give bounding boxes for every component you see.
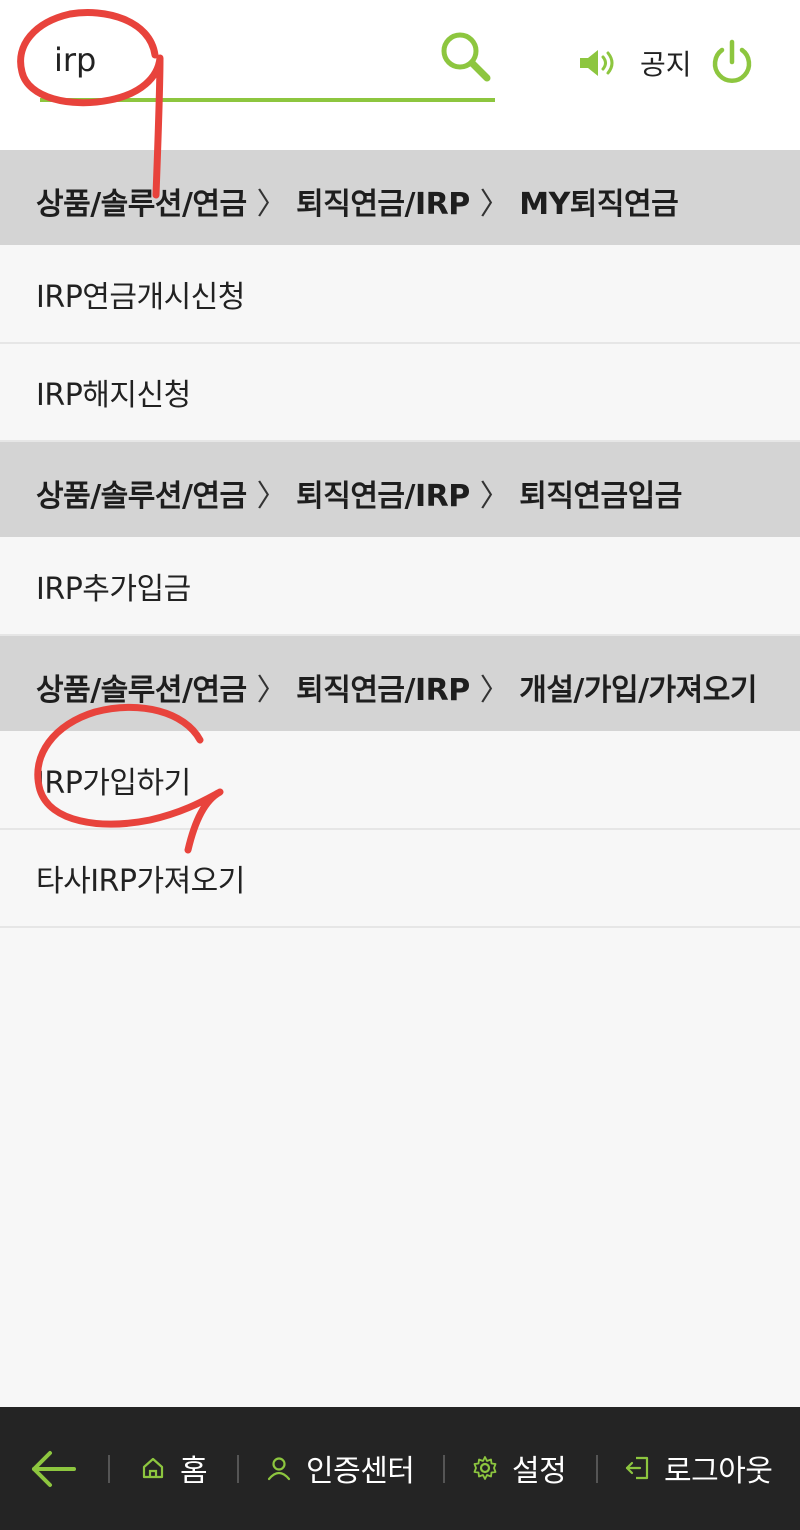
- notice-button[interactable]: 공지: [578, 38, 692, 88]
- nav-auth-center[interactable]: 인증센터: [266, 1443, 415, 1493]
- result-item-irp-additional-deposit[interactable]: IRP추가입금: [0, 537, 800, 636]
- top-bar: 공지: [0, 0, 800, 150]
- speaker-icon: [580, 50, 614, 76]
- breadcrumb-separator: 〉: [256, 672, 287, 708]
- breadcrumb-separator: 〉: [479, 186, 510, 222]
- nav-settings[interactable]: 설정: [472, 1443, 567, 1493]
- search-box: [40, 20, 495, 102]
- result-item-irp-cancel[interactable]: IRP해지신청: [0, 344, 800, 442]
- power-icon: [712, 39, 752, 83]
- breadcrumb-level-1: 상품/솔루션/연금: [36, 672, 247, 708]
- bottom-nav-bar: 홈 인증센터 설정 로그아웃: [0, 1407, 800, 1530]
- breadcrumb-level-3: 퇴직연금입금: [519, 478, 682, 514]
- result-section-header: 상품/솔루션/연금 〉 퇴직연금/IRP 〉 MY퇴직연금: [0, 150, 800, 245]
- nav-divider: [237, 1455, 239, 1483]
- breadcrumb-level-3: 개설/가입/가져오기: [519, 672, 757, 708]
- nav-auth-center-label: 인증센터: [306, 1454, 415, 1489]
- nav-home-label: 홈: [180, 1454, 208, 1489]
- result-section-header: 상품/솔루션/연금 〉 퇴직연금/IRP 〉 퇴직연금입금: [0, 442, 800, 537]
- search-results: 상품/솔루션/연금 〉 퇴직연금/IRP 〉 MY퇴직연금 IRP연금개시신청 …: [0, 150, 800, 928]
- logout-icon: [625, 1456, 649, 1480]
- breadcrumb-level-2: 퇴직연금/IRP: [296, 478, 470, 514]
- breadcrumb-separator: 〉: [479, 478, 510, 514]
- person-icon: [267, 1457, 291, 1481]
- result-item-irp-transfer-in[interactable]: 타사IRP가져오기: [0, 830, 800, 928]
- breadcrumb-separator: 〉: [256, 186, 287, 222]
- breadcrumb-separator: 〉: [479, 672, 510, 708]
- breadcrumb-separator: 〉: [256, 478, 287, 514]
- nav-logout[interactable]: 로그아웃: [624, 1443, 773, 1493]
- breadcrumb-level-1: 상품/솔루션/연금: [36, 186, 247, 222]
- nav-home[interactable]: 홈: [140, 1443, 208, 1493]
- notice-label: 공지: [640, 48, 692, 81]
- result-section-header: 상품/솔루션/연금 〉 퇴직연금/IRP 〉 개설/가입/가져오기: [0, 636, 800, 731]
- nav-divider: [443, 1455, 445, 1483]
- search-input[interactable]: [54, 38, 434, 82]
- power-button[interactable]: [708, 38, 756, 88]
- breadcrumb-level-3: MY퇴직연금: [519, 186, 679, 222]
- gear-icon: [473, 1456, 497, 1480]
- breadcrumb-level-1: 상품/솔루션/연금: [36, 478, 247, 514]
- nav-logout-label: 로그아웃: [664, 1454, 773, 1489]
- home-icon: [142, 1457, 164, 1479]
- search-button[interactable]: [437, 28, 495, 86]
- nav-divider: [108, 1455, 110, 1483]
- back-button[interactable]: [28, 1445, 80, 1493]
- search-icon: [441, 32, 491, 82]
- breadcrumb-level-2: 퇴직연금/IRP: [296, 672, 470, 708]
- nav-settings-label: 설정: [512, 1454, 567, 1489]
- breadcrumb-level-2: 퇴직연금/IRP: [296, 186, 470, 222]
- back-arrow-icon: [32, 1451, 76, 1487]
- result-item-irp-pension-start[interactable]: IRP연금개시신청: [0, 245, 800, 344]
- nav-divider: [596, 1455, 598, 1483]
- result-item-irp-join[interactable]: IRP가입하기: [0, 731, 800, 830]
